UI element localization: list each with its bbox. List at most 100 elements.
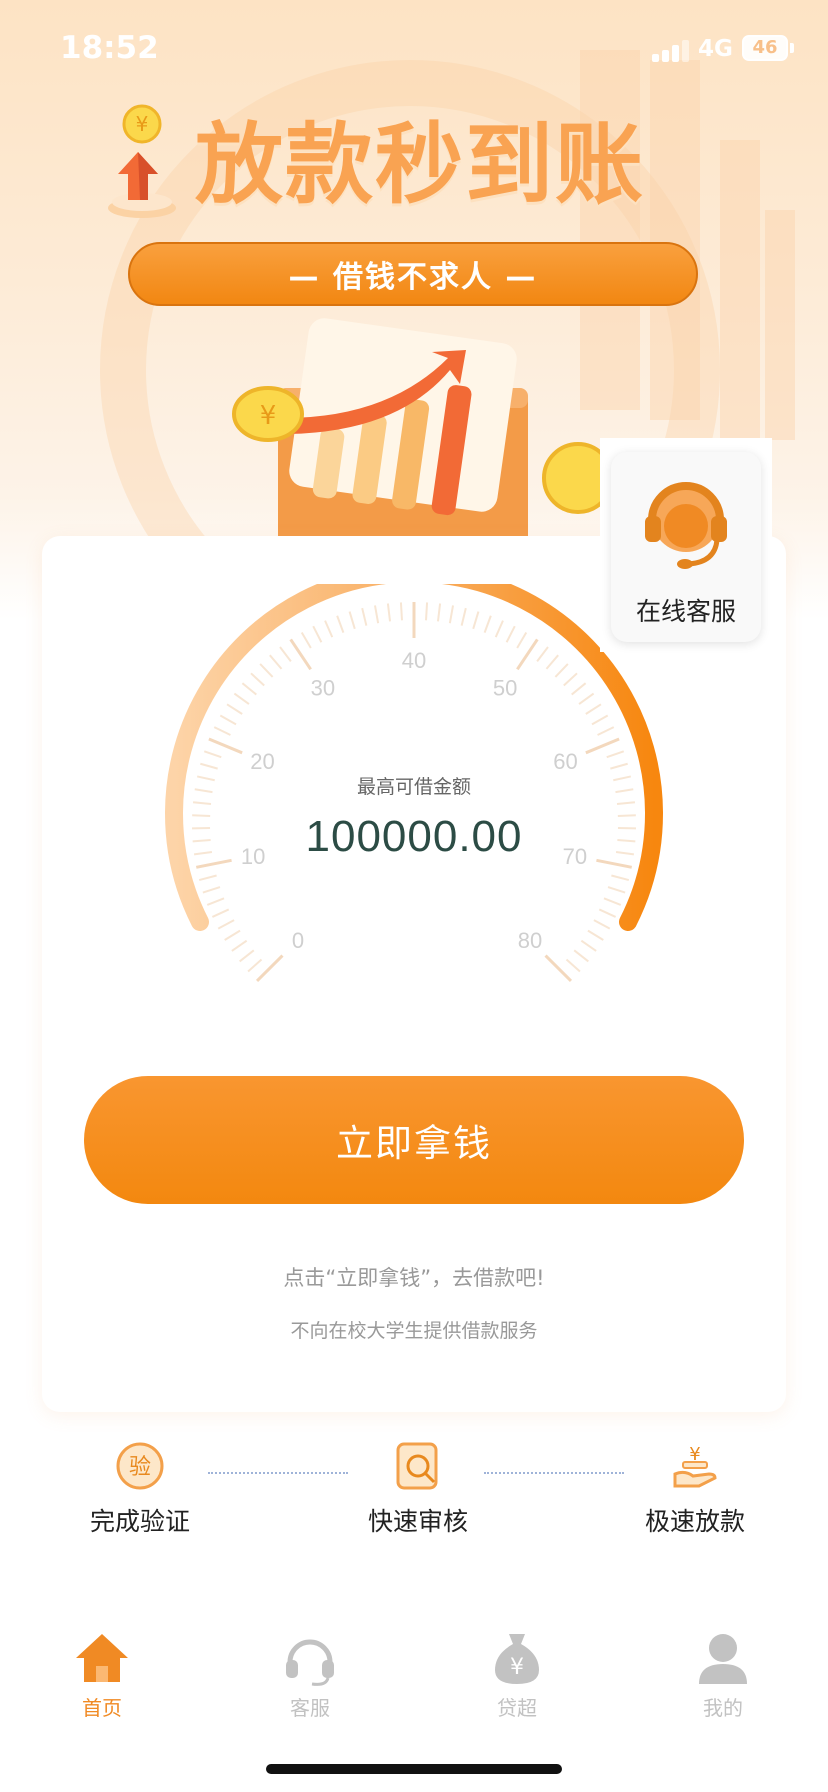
tab-profile[interactable]: 我的	[663, 1630, 783, 1721]
signal-icon	[652, 40, 692, 62]
verify-icon-glyph: 验	[129, 1455, 151, 1480]
gauge-tick	[279, 646, 292, 662]
gauge-tick	[565, 958, 581, 973]
gauge-tick	[361, 607, 368, 626]
gauge-tick	[578, 692, 595, 705]
gauge-tick	[239, 949, 255, 963]
gauge-tick	[269, 654, 283, 670]
slogan-banner: — 借钱不求人 —	[128, 242, 698, 306]
gauge-tick	[386, 603, 392, 622]
step-payout: ¥ 极速放款	[615, 1440, 775, 1538]
money-bag-glyph: ¥	[510, 1655, 524, 1680]
verify-icon: 验	[116, 1442, 164, 1490]
max-amount-value: 100000.00	[305, 812, 523, 861]
gauge-tick	[259, 663, 274, 678]
gauge-tick	[436, 603, 442, 622]
bottom-tab-bar: 首页 客服 ¥ 贷超 我的	[0, 1630, 828, 1740]
gauge-scale-labels: 01020304050607080	[241, 648, 587, 953]
gauge-tick	[203, 750, 222, 759]
gauge-tick	[224, 929, 241, 941]
gauge-tick	[516, 631, 528, 649]
gauge-tick	[571, 682, 587, 696]
gauge-tick	[233, 692, 250, 705]
step-verify: 验 完成验证	[60, 1440, 220, 1538]
customer-service-icon	[645, 482, 727, 569]
tab-customer-service[interactable]: 客服	[250, 1630, 370, 1721]
gauge-tick	[616, 801, 636, 805]
battery-level: 46	[752, 37, 778, 58]
gauge-tick	[611, 874, 630, 882]
gauge-tick	[448, 605, 455, 624]
online-service-button[interactable]: 在线客服	[611, 452, 761, 642]
money-bag-icon: ¥	[495, 1634, 539, 1684]
skyline-decoration	[765, 210, 795, 440]
get-money-button[interactable]: 立即拿钱	[84, 1076, 744, 1204]
online-service-label: 在线客服	[635, 597, 736, 626]
coin-arrow-icon: ¥	[108, 104, 176, 218]
gauge-tick	[580, 939, 597, 952]
tab-loan-market[interactable]: ¥ 贷超	[457, 1630, 577, 1721]
gauge-tick	[226, 703, 243, 715]
gauge-tick	[472, 611, 480, 630]
battery-tip	[790, 43, 794, 53]
step-review-label: 快速审核	[367, 1507, 468, 1536]
gauge-tick	[585, 737, 620, 755]
gauge-tick	[494, 620, 504, 638]
gauge-tick	[585, 703, 602, 715]
coin-symbol: ¥	[136, 112, 149, 136]
review-icon	[396, 1442, 438, 1490]
gauge-tick	[505, 625, 516, 643]
tab-home[interactable]: 首页	[42, 1630, 162, 1721]
growth-chart-illustration: ¥	[232, 318, 608, 540]
gauge-tick	[247, 958, 263, 973]
tab-loan-market-label: 贷超	[497, 1696, 537, 1720]
hint-text: 点击“立即拿钱”，去借款吧!	[283, 1266, 545, 1290]
gauge-tick	[200, 762, 218, 770]
gauge-tick	[603, 897, 622, 906]
gauge-tick	[591, 714, 609, 726]
tab-profile-label: 我的	[703, 1696, 743, 1720]
gauge-tick	[348, 611, 356, 630]
gauge-tick	[217, 919, 235, 930]
max-amount-caption: 最高可借金额	[356, 776, 471, 798]
home-icon	[76, 1634, 128, 1682]
process-steps: 验 完成验证 快速审核 ¥ 极速放款	[0, 1440, 828, 1540]
step-verify-label: 完成验证	[89, 1507, 190, 1536]
gauge-tick	[587, 929, 604, 941]
gauge-tick	[597, 726, 615, 736]
gauge-tick	[573, 949, 589, 963]
gauge-tick	[219, 714, 237, 726]
gauge-tick	[483, 615, 492, 633]
gauge-tick	[312, 625, 323, 643]
gauge-scale-label: 0	[292, 928, 304, 953]
gauge-tick	[554, 663, 569, 678]
hero-headline: 放款秒到账	[195, 113, 646, 216]
gauge-tick	[373, 605, 380, 624]
gauge-tick	[610, 762, 628, 770]
network-type: 4G	[698, 36, 733, 62]
gauge-tick	[213, 726, 231, 736]
gauge-tick	[198, 874, 217, 882]
slogan-text: — 借钱不求人 —	[288, 260, 538, 295]
student-disclaimer: 不向在校大学生提供借款服务	[290, 1320, 538, 1342]
gauge-tick	[425, 602, 429, 621]
gauge-tick	[598, 908, 617, 918]
gauge-scale-label: 20	[250, 749, 274, 774]
get-money-label: 立即拿钱	[336, 1122, 492, 1165]
gauge-tick	[208, 737, 243, 755]
gauge-tick	[336, 615, 345, 633]
status-time: 18:52	[60, 30, 159, 66]
coin-symbol: ¥	[260, 401, 277, 431]
gauge-tick	[231, 939, 248, 952]
gauge-tick	[593, 919, 611, 930]
headset-icon	[286, 1639, 334, 1686]
step-review: 快速审核	[338, 1440, 498, 1538]
gauge-tick	[545, 654, 559, 670]
gauge-tick	[211, 908, 230, 918]
gauge-tick	[300, 631, 312, 649]
gauge-scale-label: 30	[311, 676, 335, 701]
status-bar: 18:52 4G 46	[0, 0, 828, 100]
gauge-scale-label: 50	[493, 676, 517, 701]
gauge-tick	[563, 672, 578, 687]
tab-home-label: 首页	[82, 1696, 122, 1720]
